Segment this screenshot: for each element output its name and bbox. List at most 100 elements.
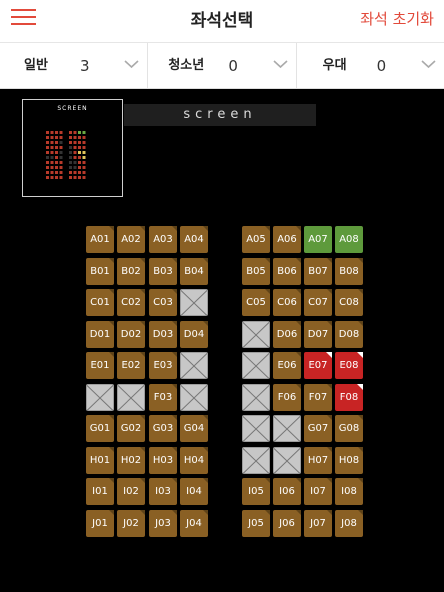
seat-f08[interactable]: F08 xyxy=(335,384,363,411)
reset-seats-button[interactable]: 좌석 초기화 xyxy=(360,8,434,29)
seat-c08[interactable]: C08 xyxy=(335,289,363,316)
seat-d01[interactable]: D01 xyxy=(86,321,114,348)
minimap-seat-dot xyxy=(82,171,86,174)
minimap-seat-dot xyxy=(59,176,63,179)
minimap-seat-dot xyxy=(50,151,54,154)
seat-j08[interactable]: J08 xyxy=(335,510,363,537)
seat-g07[interactable]: G07 xyxy=(304,415,332,442)
seat-c03[interactable]: C03 xyxy=(149,289,177,316)
seat-d04[interactable]: D04 xyxy=(180,321,208,348)
seat-j02[interactable]: J02 xyxy=(117,510,145,537)
seat-b06[interactable]: B06 xyxy=(273,258,301,285)
seat-g01[interactable]: G01 xyxy=(86,415,114,442)
seat-g08[interactable]: G08 xyxy=(335,415,363,442)
seat-b05[interactable]: B05 xyxy=(242,258,270,285)
seat-b02[interactable]: B02 xyxy=(117,258,145,285)
seat-i03[interactable]: I03 xyxy=(149,478,177,505)
blocked-seat xyxy=(242,415,270,442)
seat-h04[interactable]: H04 xyxy=(180,447,208,474)
seat-j04[interactable]: J04 xyxy=(180,510,208,537)
seat-h03[interactable]: H03 xyxy=(149,447,177,474)
seat-h02[interactable]: H02 xyxy=(117,447,145,474)
preferential-count-selector[interactable]: 우대 0 xyxy=(297,43,444,88)
youth-count-selector[interactable]: 청소년 0 xyxy=(148,43,297,88)
seat-j06[interactable]: J06 xyxy=(273,510,301,537)
minimap-seat-dot xyxy=(69,161,72,164)
seat-f03[interactable]: F03 xyxy=(149,384,177,411)
seat-i01[interactable]: I01 xyxy=(86,478,114,505)
seat-b07[interactable]: B07 xyxy=(304,258,332,285)
minimap-seat-dot xyxy=(55,151,58,154)
seat-a04[interactable]: A04 xyxy=(180,226,208,253)
seat-d03[interactable]: D03 xyxy=(149,321,177,348)
minimap-seat-dot xyxy=(73,171,77,174)
seat-h01[interactable]: H01 xyxy=(86,447,114,474)
seat-i06[interactable]: I06 xyxy=(273,478,301,505)
seat-j05[interactable]: J05 xyxy=(242,510,270,537)
seat-minimap[interactable]: SCREEN xyxy=(22,99,123,197)
seat-e01[interactable]: E01 xyxy=(86,352,114,379)
seat-c05[interactable]: C05 xyxy=(242,289,270,316)
seat-a06[interactable]: A06 xyxy=(273,226,301,253)
minimap-seat-dot xyxy=(59,131,63,134)
general-count-selector[interactable]: 일반 3 xyxy=(0,43,149,88)
seat-e07[interactable]: E07 xyxy=(304,352,332,379)
blocked-seat xyxy=(86,384,114,411)
seat-d02[interactable]: D02 xyxy=(117,321,145,348)
seat-i05[interactable]: I05 xyxy=(242,478,270,505)
minimap-seat-dot xyxy=(78,171,81,174)
seat-c01[interactable]: C01 xyxy=(86,289,114,316)
minimap-seat-dot xyxy=(78,166,81,169)
minimap-seat-dot xyxy=(69,141,72,144)
seat-e02[interactable]: E02 xyxy=(117,352,145,379)
seat-g03[interactable]: G03 xyxy=(149,415,177,442)
preferential-label: 우대 xyxy=(322,58,347,73)
minimap-seat-dot xyxy=(78,156,81,159)
blocked-seat xyxy=(273,415,301,442)
youth-label: 청소년 xyxy=(168,58,205,73)
seat-i04[interactable]: I04 xyxy=(180,478,208,505)
minimap-seat-dot xyxy=(50,146,54,149)
seat-j07[interactable]: J07 xyxy=(304,510,332,537)
minimap-seat-dot xyxy=(55,131,58,134)
seat-g02[interactable]: G02 xyxy=(117,415,145,442)
seat-c02[interactable]: C02 xyxy=(117,289,145,316)
seat-b08[interactable]: B08 xyxy=(335,258,363,285)
chevron-down-icon xyxy=(421,60,436,69)
seat-j01[interactable]: J01 xyxy=(86,510,114,537)
seat-a05[interactable]: A05 xyxy=(242,226,270,253)
seat-i07[interactable]: I07 xyxy=(304,478,332,505)
seat-i02[interactable]: I02 xyxy=(117,478,145,505)
seat-f07[interactable]: F07 xyxy=(304,384,332,411)
seat-a02[interactable]: A02 xyxy=(117,226,145,253)
seat-a07[interactable]: A07 xyxy=(304,226,332,253)
chevron-down-icon xyxy=(124,60,139,69)
seat-b04[interactable]: B04 xyxy=(180,258,208,285)
minimap-seat-dot xyxy=(46,151,49,154)
seat-c06[interactable]: C06 xyxy=(273,289,301,316)
seat-e06[interactable]: E06 xyxy=(273,352,301,379)
seat-d08[interactable]: D08 xyxy=(335,321,363,348)
minimap-seat-dot xyxy=(69,136,72,139)
seat-e03[interactable]: E03 xyxy=(149,352,177,379)
seat-f06[interactable]: F06 xyxy=(273,384,301,411)
seat-g04[interactable]: G04 xyxy=(180,415,208,442)
seat-d07[interactable]: D07 xyxy=(304,321,332,348)
minimap-seat-dot xyxy=(82,166,86,169)
seat-h08[interactable]: H08 xyxy=(335,447,363,474)
seat-b01[interactable]: B01 xyxy=(86,258,114,285)
seat-e08[interactable]: E08 xyxy=(335,352,363,379)
seat-d06[interactable]: D06 xyxy=(273,321,301,348)
seat-a03[interactable]: A03 xyxy=(149,226,177,253)
seat-a01[interactable]: A01 xyxy=(86,226,114,253)
seat-i08[interactable]: I08 xyxy=(335,478,363,505)
seat-c07[interactable]: C07 xyxy=(304,289,332,316)
minimap-seat-dot xyxy=(78,161,81,164)
seat-h07[interactable]: H07 xyxy=(304,447,332,474)
minimap-seat-dot xyxy=(59,146,63,149)
seat-j03[interactable]: J03 xyxy=(149,510,177,537)
seat-b03[interactable]: B03 xyxy=(149,258,177,285)
seat-a08[interactable]: A08 xyxy=(335,226,363,253)
minimap-seat-dot xyxy=(78,176,81,179)
minimap-seat-dot xyxy=(69,156,72,159)
